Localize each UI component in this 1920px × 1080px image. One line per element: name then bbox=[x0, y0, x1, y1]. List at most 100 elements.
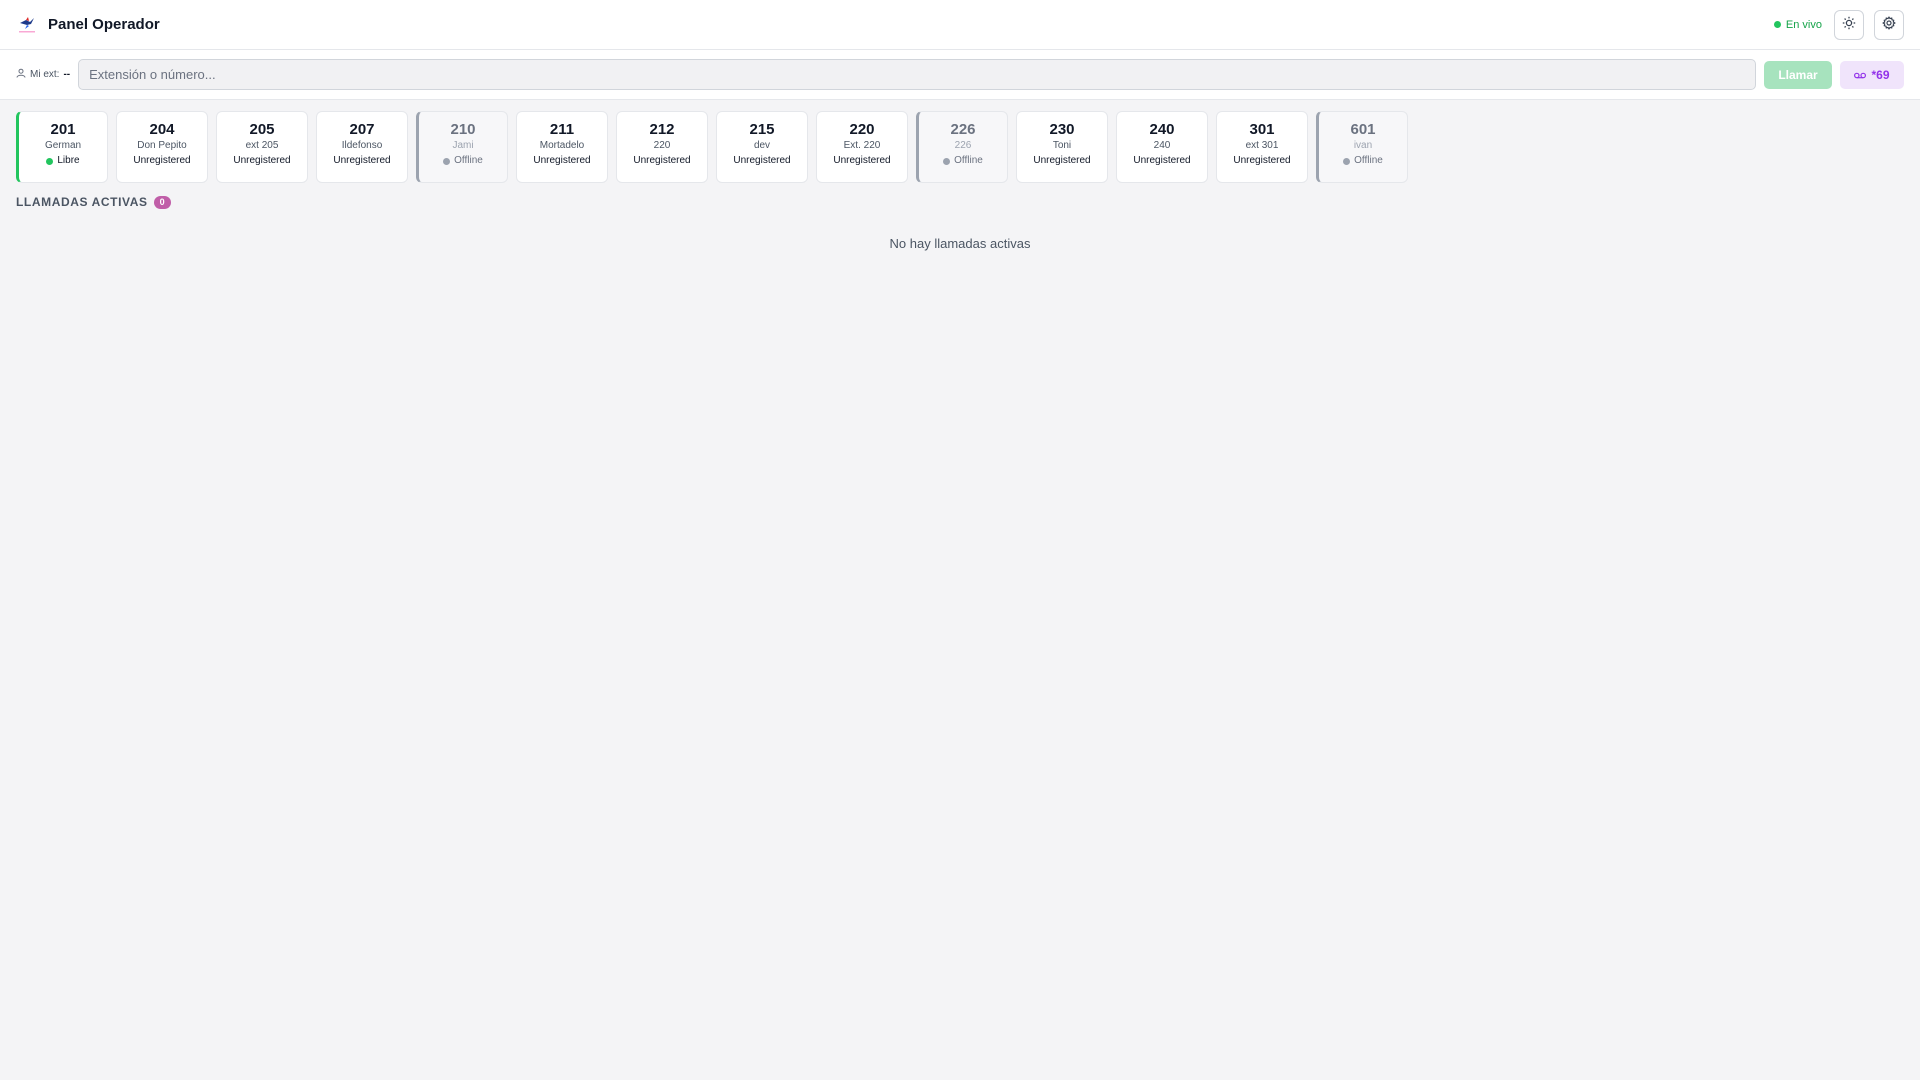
extension-status: Offline bbox=[443, 155, 483, 167]
active-calls-title: LLAMADAS ACTIVAS bbox=[16, 195, 148, 209]
voicemail-button[interactable]: *69 bbox=[1840, 60, 1904, 89]
extension-card[interactable]: 211 Mortadelo Unregistered bbox=[516, 111, 608, 183]
extension-status: Unregistered bbox=[233, 155, 290, 167]
extension-number: 220 bbox=[849, 121, 875, 138]
status-label: Offline bbox=[1354, 155, 1383, 166]
extension-status: Unregistered bbox=[333, 155, 390, 167]
extension-status: Unregistered bbox=[733, 155, 790, 167]
my-ext-label: Mi ext: bbox=[30, 69, 60, 80]
theme-toggle-button[interactable] bbox=[1834, 9, 1864, 40]
settings-button[interactable] bbox=[1874, 9, 1904, 40]
extension-name: Ildefonso bbox=[341, 140, 383, 151]
call-button[interactable]: Llamar bbox=[1764, 60, 1832, 89]
extension-name: Mortadelo bbox=[539, 140, 585, 151]
extension-status: Unregistered bbox=[533, 155, 590, 167]
extension-name: ivan bbox=[1353, 140, 1373, 151]
extension-number: 204 bbox=[149, 121, 175, 138]
extension-card[interactable]: 230 Toni Unregistered bbox=[1016, 111, 1108, 183]
extension-name: dev bbox=[753, 140, 771, 151]
extension-name: ext 205 bbox=[245, 140, 279, 151]
extension-card[interactable]: 220 Ext. 220 Unregistered bbox=[816, 111, 908, 183]
extension-card[interactable]: 212 220 Unregistered bbox=[616, 111, 708, 183]
voicemail-label: *69 bbox=[1871, 67, 1890, 82]
extension-number: 210 bbox=[450, 121, 476, 138]
app-title: Panel Operador bbox=[48, 16, 160, 33]
status-label: Unregistered bbox=[533, 155, 591, 166]
live-label: En vivo bbox=[1785, 18, 1822, 31]
active-calls-count-badge: 0 bbox=[153, 195, 171, 209]
my-ext-value: -- bbox=[63, 69, 71, 80]
empty-calls-message: No hay llamadas activas bbox=[889, 236, 1031, 251]
extension-status: Unregistered bbox=[833, 155, 890, 167]
extension-name: Jami bbox=[452, 140, 474, 151]
extension-number: 201 bbox=[50, 121, 76, 138]
extension-name: 226 bbox=[954, 140, 972, 151]
voicemail-icon bbox=[1854, 68, 1867, 82]
extension-card[interactable]: 226 226 Offline bbox=[916, 111, 1008, 183]
sun-icon bbox=[1842, 16, 1856, 33]
extension-number: 212 bbox=[649, 121, 675, 138]
extension-status: Unregistered bbox=[1133, 155, 1190, 167]
extension-card[interactable]: 201 German Libre bbox=[16, 111, 108, 183]
extension-status: Offline bbox=[1343, 155, 1383, 167]
status-label: Libre bbox=[57, 155, 80, 166]
extension-card[interactable]: 207 Ildefonso Unregistered bbox=[316, 111, 408, 183]
extension-name: 220 bbox=[653, 140, 671, 151]
extension-card[interactable]: 240 240 Unregistered bbox=[1116, 111, 1208, 183]
extension-status: Unregistered bbox=[1033, 155, 1090, 167]
extension-number: 601 bbox=[1350, 121, 1376, 138]
status-label: Unregistered bbox=[133, 155, 191, 166]
status-label: Unregistered bbox=[633, 155, 691, 166]
extension-number: 211 bbox=[549, 121, 575, 138]
extension-status: Unregistered bbox=[133, 155, 190, 167]
user-icon bbox=[16, 68, 26, 81]
extension-name: Ext. 220 bbox=[843, 140, 881, 151]
extension-status: Offline bbox=[943, 155, 983, 167]
extension-status: Libre bbox=[46, 155, 80, 167]
extension-number: 226 bbox=[950, 121, 976, 138]
status-dot bbox=[443, 157, 451, 165]
status-label: Offline bbox=[454, 155, 483, 166]
extension-card[interactable]: 601 ivan Offline bbox=[1316, 111, 1408, 183]
my-extension: Mi ext: -- bbox=[16, 68, 70, 81]
status-dot bbox=[943, 157, 951, 165]
status-label: Unregistered bbox=[1233, 155, 1291, 166]
status-label: Unregistered bbox=[733, 155, 791, 166]
status-label: Offline bbox=[954, 155, 983, 166]
extension-name: ext 301 bbox=[1245, 140, 1279, 151]
extension-name: German bbox=[44, 140, 82, 151]
status-label: Unregistered bbox=[833, 155, 891, 166]
gear-icon bbox=[1882, 16, 1896, 33]
extension-name: 240 bbox=[1153, 140, 1171, 151]
status-label: Unregistered bbox=[233, 155, 291, 166]
top-bar: Panel Operador En vivo bbox=[0, 0, 1920, 50]
status-dot bbox=[1343, 157, 1351, 165]
live-indicator: En vivo bbox=[1773, 18, 1822, 31]
extension-card[interactable]: 215 dev Unregistered bbox=[716, 111, 808, 183]
dial-input[interactable] bbox=[78, 59, 1756, 90]
extension-card[interactable]: 210 Jami Offline bbox=[416, 111, 508, 183]
extension-name: Don Pepito bbox=[137, 140, 187, 151]
extension-number: 207 bbox=[349, 121, 375, 138]
extension-status: Unregistered bbox=[633, 155, 690, 167]
extension-card[interactable]: 205 ext 205 Unregistered bbox=[216, 111, 308, 183]
extension-status: Unregistered bbox=[1233, 155, 1290, 167]
extension-number: 240 bbox=[1149, 121, 1175, 138]
extensions-grid: 201 German Libre 204 Don Pepito Unregistered 2… bbox=[0, 100, 1920, 183]
top-right-controls: En vivo bbox=[1773, 9, 1904, 40]
dial-bar: Mi ext: -- Llamar *69 bbox=[0, 50, 1920, 100]
status-dot bbox=[46, 157, 54, 165]
status-label: Unregistered bbox=[1033, 155, 1091, 166]
extension-number: 301 bbox=[1249, 121, 1275, 138]
extension-card[interactable]: 204 Don Pepito Unregistered bbox=[116, 111, 208, 183]
status-label: Unregistered bbox=[333, 155, 391, 166]
active-calls-header: LLAMADAS ACTIVAS 0 bbox=[0, 183, 1920, 209]
extension-card[interactable]: 301 ext 301 Unregistered bbox=[1216, 111, 1308, 183]
extension-number: 205 bbox=[249, 121, 275, 138]
status-label: Unregistered bbox=[1133, 155, 1191, 166]
extension-number: 215 bbox=[749, 121, 775, 138]
bird-logo-icon bbox=[16, 14, 38, 36]
live-dot bbox=[1773, 21, 1781, 28]
extension-number: 230 bbox=[1049, 121, 1075, 138]
extension-name: Toni bbox=[1052, 140, 1072, 151]
